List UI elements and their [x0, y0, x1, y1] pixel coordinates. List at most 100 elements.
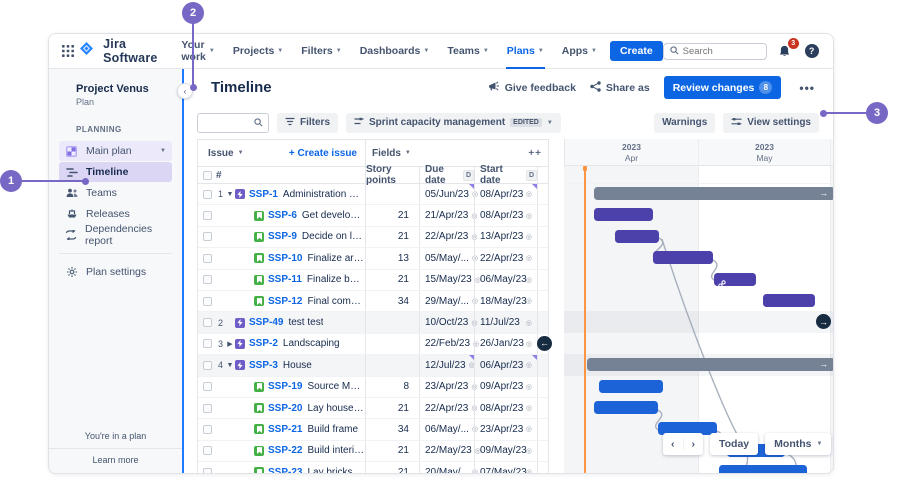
- issue-row-SSP-9[interactable]: SSP-9Decide on layo...2122/Apr/23◎13/Apr…: [198, 227, 548, 248]
- start-date-cell[interactable]: 22/Apr/23◎: [474, 248, 537, 268]
- issue-row-SSP-22[interactable]: SSP-22Build interior ...2122/May/23◎09/M…: [198, 441, 548, 462]
- gantt-bar-SSP-6[interactable]: [594, 208, 653, 221]
- due-date-cell[interactable]: 12/Jul/23◎: [419, 355, 474, 375]
- nav-your-work[interactable]: Your work▼: [172, 34, 223, 69]
- nav-projects[interactable]: Projects▼: [224, 34, 292, 69]
- warnings-button[interactable]: Warnings: [654, 113, 715, 133]
- sidebar-item-plan-settings[interactable]: Plan settings: [59, 262, 172, 282]
- filters-button[interactable]: Filters: [277, 113, 338, 133]
- global-search-input[interactable]: [663, 43, 767, 60]
- scroll-left-button[interactable]: ‹: [663, 438, 684, 450]
- sidebar-item-timeline[interactable]: Timeline: [59, 162, 172, 182]
- gantt-bar-SSP-10[interactable]: [653, 251, 713, 264]
- row-checkbox[interactable]: [203, 404, 212, 413]
- chevron-down-icon[interactable]: ▼: [225, 362, 235, 369]
- start-date-cell[interactable]: 26/Jan/23◎: [474, 334, 537, 354]
- gantt-bar-SSP-9[interactable]: [615, 230, 659, 243]
- due-date-cell[interactable]: 29/May/...◎: [419, 291, 474, 311]
- row-checkbox[interactable]: [203, 254, 212, 263]
- issue-row-SSP-19[interactable]: SSP-19Source Materi...823/Apr/23◎09/Apr/…: [198, 377, 548, 398]
- due-date-cell[interactable]: 10/Oct/23◎: [419, 312, 474, 332]
- row-checkbox[interactable]: [203, 468, 212, 474]
- due-date-cell[interactable]: 21/Apr/23◎: [419, 205, 474, 225]
- due-date-cell[interactable]: 23/Apr/23◎: [419, 377, 474, 397]
- more-options-button[interactable]: •••: [795, 79, 819, 97]
- today-button[interactable]: Today: [710, 433, 758, 455]
- nav-filters[interactable]: Filters▼: [292, 34, 350, 69]
- issue-key-link[interactable]: SSP-1: [249, 189, 278, 200]
- global-search-field[interactable]: [683, 46, 753, 57]
- create-issue-button[interactable]: + Create issue: [289, 148, 357, 159]
- learn-more-link[interactable]: Learn more: [49, 448, 182, 473]
- issue-key-link[interactable]: SSP-21: [268, 424, 302, 435]
- start-date-cell[interactable]: 08/Apr/23◎: [474, 398, 537, 418]
- start-date-cell[interactable]: 07/May/23◎: [474, 462, 537, 474]
- start-date-cell[interactable]: 06/Apr/23◎: [474, 355, 537, 375]
- row-checkbox[interactable]: [203, 297, 212, 306]
- jump-to-bar-button-SSP-2[interactable]: ←: [537, 336, 552, 351]
- gantt-bar-SSP-19[interactable]: [599, 380, 663, 393]
- row-checkbox[interactable]: [203, 232, 212, 241]
- product-name[interactable]: Jira Software: [103, 37, 162, 65]
- create-button[interactable]: Create: [610, 41, 663, 61]
- gantt-bar-SSP-11[interactable]: [714, 273, 756, 286]
- capacity-preset-button[interactable]: Sprint capacity management EDITED ▼: [346, 113, 561, 133]
- sidebar-item-releases[interactable]: Releases: [59, 204, 172, 224]
- issue-key-link[interactable]: SSP-20: [268, 403, 302, 414]
- due-date-cell[interactable]: 22/Apr/23◎: [419, 398, 474, 418]
- nav-apps[interactable]: Apps▼: [553, 34, 606, 69]
- issue-key-link[interactable]: SSP-6: [268, 210, 297, 221]
- issue-column-header[interactable]: Issue▼: [208, 148, 244, 159]
- row-checkbox[interactable]: [203, 318, 212, 327]
- due-date-cell[interactable]: 22/May/23◎: [419, 441, 474, 461]
- start-date-cell[interactable]: 06/May/23◎: [474, 270, 537, 290]
- start-date-cell[interactable]: 09/Apr/23◎: [474, 377, 537, 397]
- row-checkbox[interactable]: [203, 425, 212, 434]
- due-date-cell[interactable]: 20/May/...◎: [419, 462, 474, 474]
- row-checkbox[interactable]: [203, 275, 212, 284]
- issue-row-SSP-12[interactable]: SSP-12Final complian...3429/May/...◎18/M…: [198, 291, 548, 312]
- issue-row-SSP-23[interactable]: SSP-23Lay bricks and...2120/May/...◎07/M…: [198, 462, 548, 474]
- nav-teams[interactable]: Teams▼: [438, 34, 497, 69]
- gantt-bar-SSP-20[interactable]: [594, 401, 658, 414]
- row-checkbox[interactable]: [203, 382, 212, 391]
- issue-row-SSP-20[interactable]: SSP-20Lay house fou...2122/Apr/23◎08/Apr…: [198, 398, 548, 419]
- notifications-bell-icon[interactable]: 3: [776, 42, 794, 60]
- scroll-right-button[interactable]: ›: [684, 438, 704, 450]
- chevron-down-icon[interactable]: ▼: [225, 191, 235, 198]
- chevron-right-icon[interactable]: ▶: [225, 340, 235, 348]
- row-checkbox[interactable]: [203, 361, 212, 370]
- timeline-search-input[interactable]: [197, 113, 269, 133]
- start-date-cell[interactable]: 08/Apr/23◎: [474, 205, 537, 225]
- issue-key-link[interactable]: SSP-22: [268, 445, 302, 456]
- issue-row-SSP-3[interactable]: 4▼SSP-3House12/Jul/23◎06/Apr/23◎: [198, 355, 548, 376]
- due-date-cell[interactable]: 06/May/...◎: [419, 419, 474, 439]
- issue-key-link[interactable]: SSP-19: [268, 381, 302, 392]
- view-settings-button[interactable]: View settings: [723, 113, 819, 133]
- issue-key-link[interactable]: SSP-2: [249, 338, 278, 349]
- row-checkbox[interactable]: [203, 339, 212, 348]
- sidebar-item-main-plan[interactable]: Main plan ▼: [59, 141, 172, 161]
- settings-gear-icon[interactable]: [830, 42, 834, 60]
- start-date-cell[interactable]: 13/Apr/23◎: [474, 227, 537, 247]
- select-all-checkbox[interactable]: [203, 171, 212, 180]
- gantt-bar-SSP-12[interactable]: [763, 294, 815, 307]
- start-date-cell[interactable]: 09/May/23◎: [474, 441, 537, 461]
- start-date-cell[interactable]: 23/Apr/23◎: [474, 419, 537, 439]
- issue-row-SSP-1[interactable]: 1▼SSP-1Administration work05/Jun/23◎08/A…: [198, 184, 548, 205]
- give-feedback-button[interactable]: Give feedback: [488, 81, 576, 95]
- row-checkbox[interactable]: [203, 211, 212, 220]
- issue-key-link[interactable]: SSP-49: [249, 317, 283, 328]
- sidebar-item-dependencies-report[interactable]: Dependencies report: [59, 225, 172, 245]
- due-date-cell[interactable]: 22/Feb/23◎: [419, 334, 474, 354]
- help-icon[interactable]: ?: [803, 42, 821, 60]
- expand-columns-button[interactable]: ++: [528, 148, 542, 159]
- app-switcher-icon[interactable]: [61, 42, 74, 60]
- due-date-cell[interactable]: 05/May/...◎: [419, 248, 474, 268]
- row-checkbox[interactable]: [203, 446, 212, 455]
- due-date-cell[interactable]: 22/Apr/23◎: [419, 227, 474, 247]
- gantt-bar-SSP-23[interactable]: [719, 465, 807, 474]
- review-changes-button[interactable]: Review changes 8: [664, 76, 782, 99]
- due-date-cell[interactable]: 05/Jun/23◎: [419, 184, 474, 204]
- issue-row-SSP-6[interactable]: SSP-6Get developme...2121/Apr/23◎08/Apr/…: [198, 205, 548, 226]
